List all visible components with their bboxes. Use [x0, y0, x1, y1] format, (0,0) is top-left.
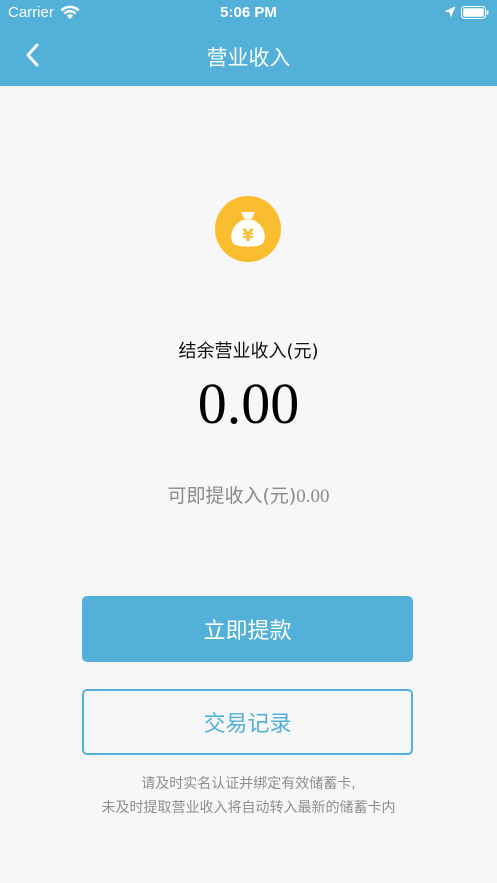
balance-value: 0.00 — [197, 371, 300, 436]
withdraw-button[interactable]: 立即提款 — [82, 596, 413, 662]
status-bar: Carrier 5:06 PM — [0, 0, 497, 26]
page-title: 营业收入 — [206, 46, 291, 70]
withdrawable-value: 0.00 — [296, 486, 330, 507]
withdrawable-income: 可即提收入(元)0.00 — [0, 481, 497, 508]
notice-text: 请及时实名认证并绑定有效储蓄卡, 未及时提取营业收入将自动转入最新的储蓄卡内 — [0, 772, 497, 820]
battery-icon — [461, 6, 489, 19]
notice-line-1: 请及时实名认证并绑定有效储蓄卡, — [141, 776, 356, 792]
notice-line-2: 未及时提取营业收入将自动转入最新的储蓄卡内 — [101, 800, 396, 816]
yuan-symbol: ¥ — [242, 226, 254, 246]
transaction-records-button[interactable]: 交易记录 — [82, 689, 413, 755]
balance-label: 结余营业收入(元) — [178, 341, 319, 362]
location-arrow-icon — [444, 6, 456, 18]
nav-header: Carrier 5:06 PM 营业收入 — [0, 0, 497, 86]
money-bag-yuan-icon: ¥ — [215, 196, 281, 262]
withdrawable-label: 可即提收入(元) — [167, 485, 297, 507]
status-time: 5:06 PM — [220, 4, 277, 21]
